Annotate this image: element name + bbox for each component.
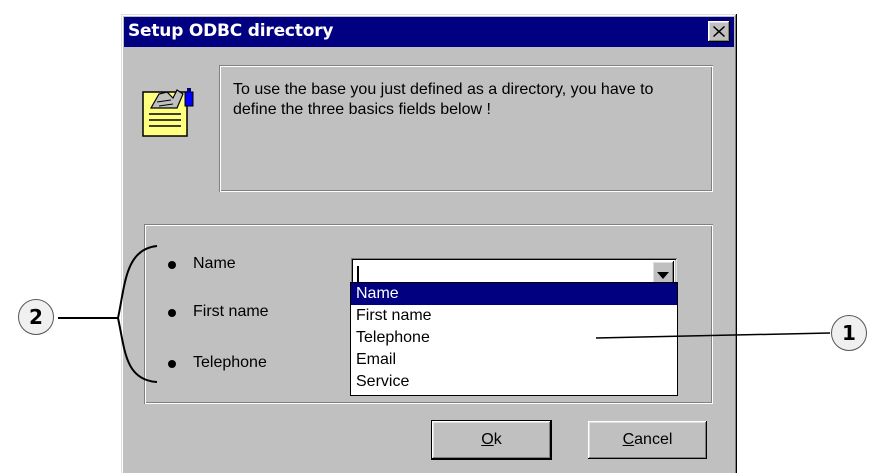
dropdown-option-name[interactable]: Name (351, 283, 677, 305)
close-button[interactable] (708, 21, 730, 42)
chevron-down-icon (657, 271, 669, 279)
info-message: To use the base you just defined as a di… (233, 81, 654, 118)
callout-marker-2: 2 (18, 299, 54, 335)
dialog-title: Setup ODBC directory (128, 21, 334, 41)
dropdown-option-telephone[interactable]: Telephone (351, 327, 677, 349)
cancel-button[interactable]: Cancel (588, 421, 707, 459)
bullet-telephone (168, 360, 176, 368)
callout-marker-1: 1 (831, 315, 867, 351)
info-panel: To use the base you just defined as a di… (219, 65, 713, 192)
field-label-telephone: Telephone (193, 354, 267, 371)
title-bar[interactable]: Setup ODBC directory (124, 17, 734, 47)
ok-button-label: Ok (481, 431, 502, 448)
field-label-name: Name (193, 255, 236, 272)
field-label-first-name: First name (193, 303, 269, 320)
dropdown-option-first-name[interactable]: First name (351, 305, 677, 327)
setup-odbc-dialog: Setup ODBC directory To use the base you… (121, 14, 737, 473)
bullet-name (168, 261, 176, 269)
cancel-button-label: Cancel (622, 431, 673, 448)
ok-button[interactable]: Ok (432, 421, 551, 459)
dropdown-option-service[interactable]: Service (351, 371, 677, 393)
dropdown-option-email[interactable]: Email (351, 349, 677, 371)
combo-dropdown-list[interactable]: Name First name Telephone Email Service (350, 282, 678, 396)
directory-card-icon (142, 88, 194, 137)
bullet-first-name (168, 309, 176, 317)
close-icon (713, 26, 725, 37)
